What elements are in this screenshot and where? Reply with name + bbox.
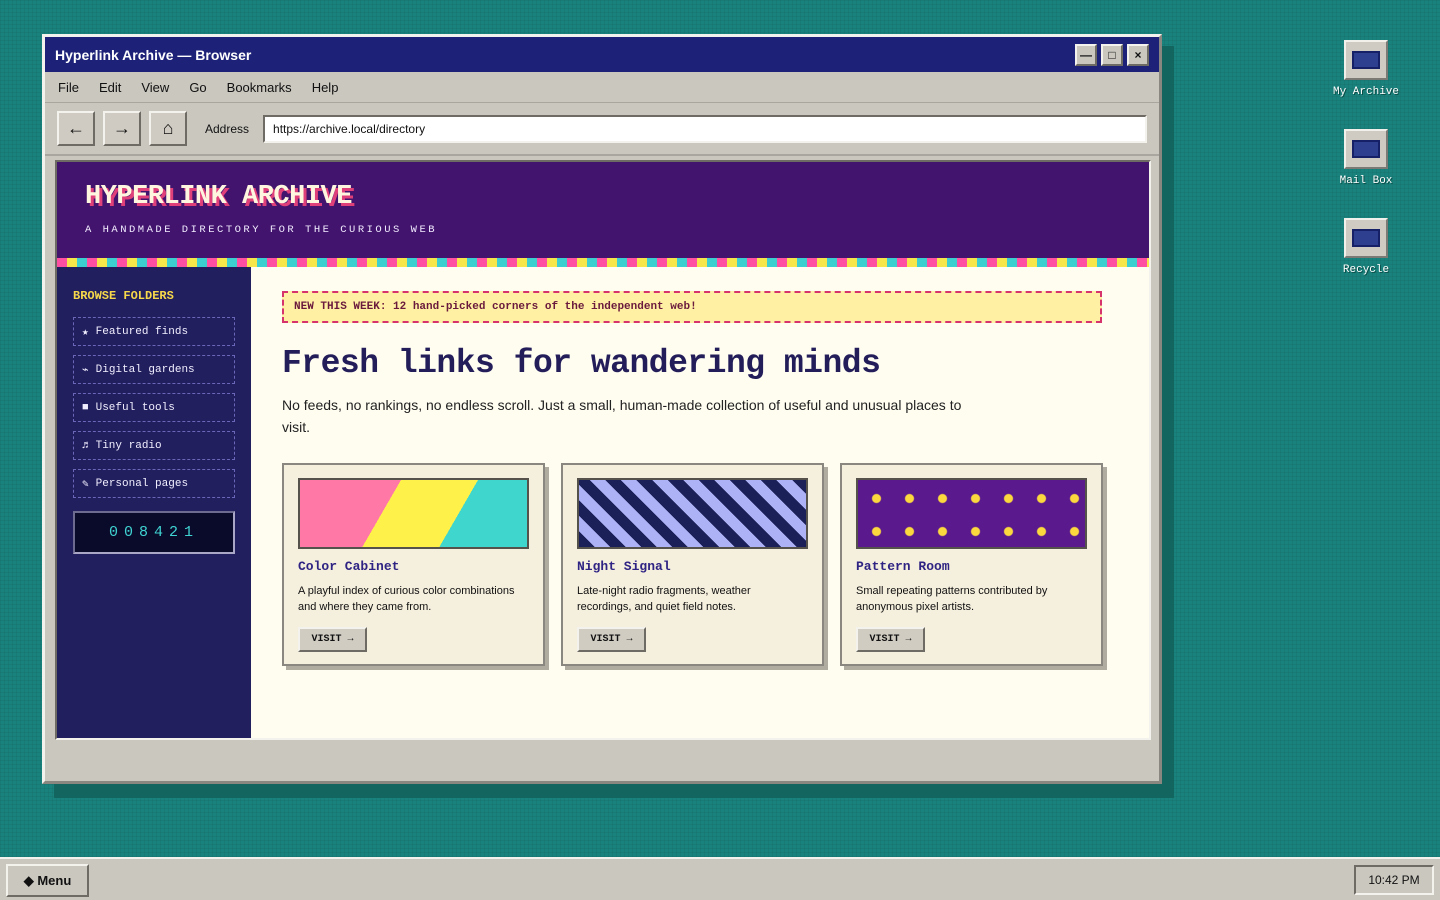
address-label: Address <box>205 121 250 136</box>
card-pattern-room: Pattern Room Small repeating patterns co… <box>840 463 1103 666</box>
close-button[interactable]: × <box>1127 43 1149 66</box>
notice-banner: NEW THIS WEEK: 12 hand-picked corners of… <box>282 291 1102 323</box>
sidebar: BROWSE FOLDERS ★ Featured finds ⌁ Digita… <box>57 267 251 738</box>
visitor-counter: 008421 <box>73 511 235 554</box>
menu-view[interactable]: View <box>141 80 169 95</box>
decorative-stripe <box>57 258 1149 267</box>
visit-button[interactable]: VISIT → <box>856 627 925 652</box>
card-night-signal: Night Signal Late-night radio fragments,… <box>561 463 824 666</box>
square-icon: ■ <box>82 401 89 414</box>
sidebar-item-digital-gardens[interactable]: ⌁ Digital gardens <box>73 355 235 384</box>
window-title: Hyperlink Archive — Browser <box>55 46 252 63</box>
page-headline: Fresh links for wandering minds <box>282 345 881 382</box>
sidebar-item-label: Featured finds <box>95 325 189 338</box>
card-image-diagonal-stripes <box>298 478 529 549</box>
minimize-button[interactable]: — <box>1075 43 1097 66</box>
card-title[interactable]: Pattern Room <box>856 559 1087 574</box>
music-note-icon: ♬ <box>82 439 89 452</box>
sidebar-heading: BROWSE FOLDERS <box>73 289 174 303</box>
card-title[interactable]: Night Signal <box>577 559 808 574</box>
site-header: HYPERLINK ARCHIVE A HANDMADE DIRECTORY F… <box>57 162 1149 258</box>
menu-bookmarks[interactable]: Bookmarks <box>227 80 292 95</box>
desktop-icon-recycle[interactable]: Recycle <box>1326 218 1406 276</box>
page-viewport: HYPERLINK ARCHIVE A HANDMADE DIRECTORY F… <box>55 160 1151 740</box>
card-title[interactable]: Color Cabinet <box>298 559 529 574</box>
card-description: Late-night radio fragments, weather reco… <box>577 585 751 613</box>
desktop-icon-mail-box[interactable]: Mail Box <box>1326 129 1406 187</box>
card-image-dots <box>856 478 1087 549</box>
pencil-icon: ✎ <box>82 478 89 491</box>
menu-go[interactable]: Go <box>189 80 206 95</box>
sidebar-item-personal-pages[interactable]: ✎ Personal pages <box>73 469 235 498</box>
maximize-button[interactable]: □ <box>1101 43 1123 66</box>
desktop-icon-label: Recycle <box>1342 264 1390 276</box>
sprout-icon: ⌁ <box>82 364 89 377</box>
sidebar-item-label: Personal pages <box>95 477 189 490</box>
site-title: HYPERLINK ARCHIVE <box>85 182 352 212</box>
card-grid: Color Cabinet A playful index of curious… <box>282 463 1119 666</box>
forward-button[interactable]: → <box>103 111 141 146</box>
archive-icon <box>1344 40 1388 80</box>
card-description: Small repeating patterns contributed by … <box>856 585 1048 613</box>
menu-edit[interactable]: Edit <box>99 80 121 95</box>
card-color-cabinet: Color Cabinet A playful index of curious… <box>282 463 545 666</box>
site-subtitle: A HANDMADE DIRECTORY FOR THE CURIOUS WEB <box>85 224 438 236</box>
card-image-striped <box>577 478 808 549</box>
main-content: NEW THIS WEEK: 12 hand-picked corners of… <box>251 267 1149 738</box>
menu-help[interactable]: Help <box>312 80 339 95</box>
window-titlebar[interactable]: Hyperlink Archive — Browser — □ × <box>45 37 1159 72</box>
browser-window: Hyperlink Archive — Browser — □ × File E… <box>42 34 1162 784</box>
recycle-icon <box>1344 218 1388 258</box>
card-description: A playful index of curious color combina… <box>298 585 515 613</box>
sidebar-item-label: Digital gardens <box>95 363 195 376</box>
mail-icon <box>1344 129 1388 169</box>
address-input[interactable] <box>263 114 1148 143</box>
nav-toolbar: ← → ⌂ Address <box>45 103 1159 156</box>
start-menu-button[interactable]: ◆ Menu <box>6 864 89 897</box>
sidebar-item-featured-finds[interactable]: ★ Featured finds <box>73 317 235 346</box>
visit-button[interactable]: VISIT → <box>298 627 367 652</box>
back-button[interactable]: ← <box>57 111 95 146</box>
visit-button[interactable]: VISIT → <box>577 627 646 652</box>
taskbar: ◆ Menu 10:42 PM <box>0 857 1440 900</box>
desktop-icon-label: Mail Box <box>1339 175 1393 187</box>
menu-file[interactable]: File <box>58 80 79 95</box>
home-button[interactable]: ⌂ <box>149 111 187 146</box>
sidebar-item-useful-tools[interactable]: ■ Useful tools <box>73 393 235 422</box>
sidebar-item-label: Tiny radio <box>95 439 162 452</box>
menu-bar: File Edit View Go Bookmarks Help <box>45 72 1159 103</box>
taskbar-clock: 10:42 PM <box>1354 865 1434 895</box>
desktop-icon-label: My Archive <box>1332 86 1399 98</box>
star-icon: ★ <box>82 326 89 339</box>
sidebar-item-tiny-radio[interactable]: ♬ Tiny radio <box>73 431 235 460</box>
desktop-icon-my-archive[interactable]: My Archive <box>1326 40 1406 98</box>
sidebar-item-label: Useful tools <box>95 401 175 414</box>
intro-text: No feeds, no rankings, no endless scroll… <box>282 397 962 435</box>
